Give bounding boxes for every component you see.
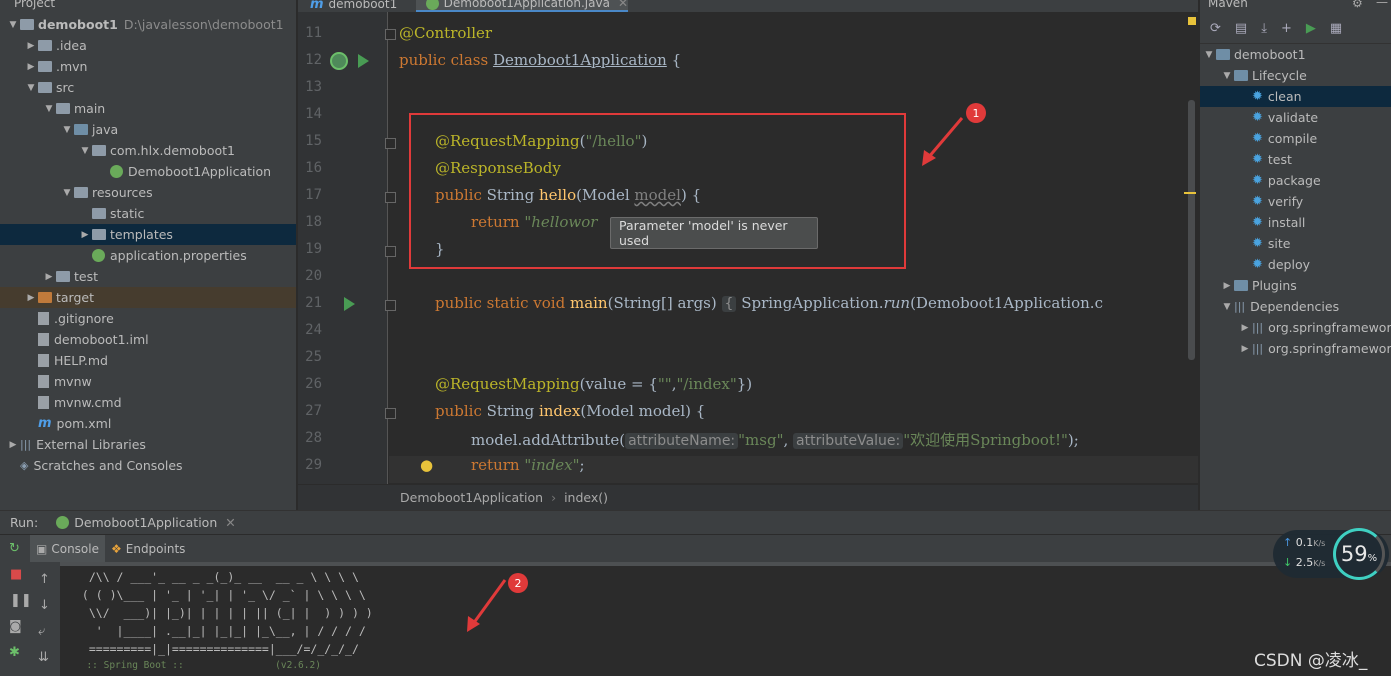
annotation-badge-1: 1 [966, 103, 986, 123]
annotation-arrow-2 [471, 579, 507, 625]
annotation-badge-2: 2 [508, 573, 528, 593]
annotation-overlay [467, 117, 964, 632]
annotation-arrow-1 [926, 117, 964, 159]
watermark: CSDN @凌冰_ [1254, 651, 1368, 671]
